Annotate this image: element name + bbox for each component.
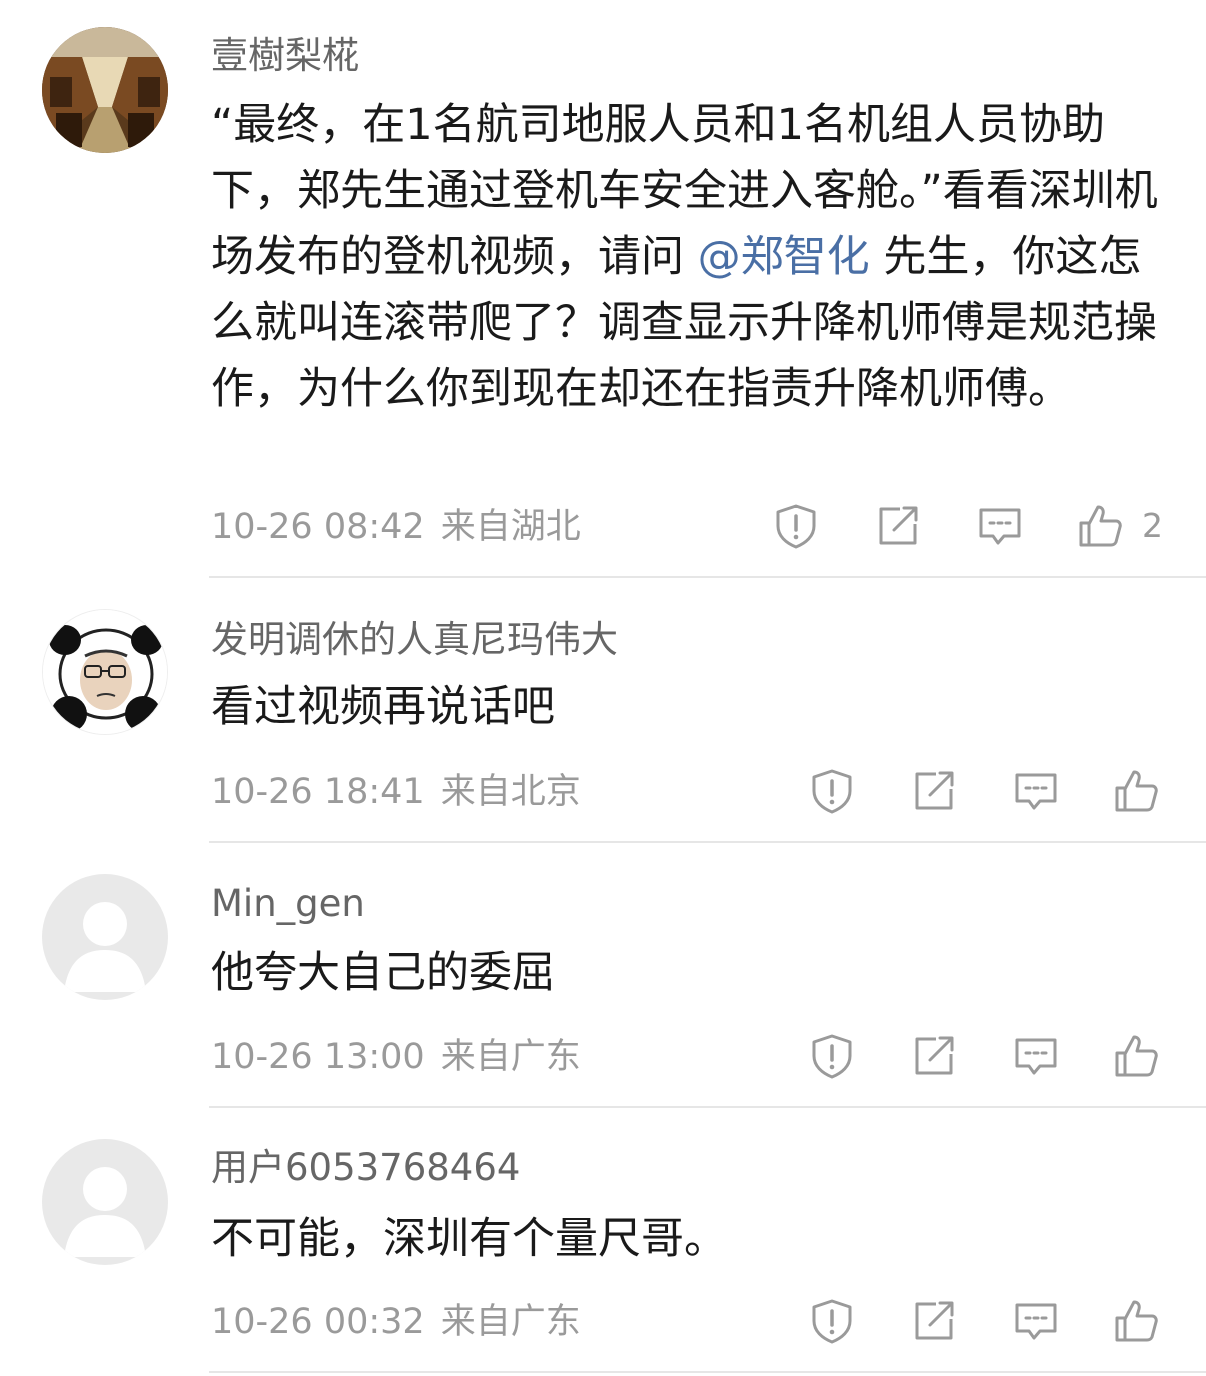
comment-location: 来自广东 — [440, 1302, 581, 1342]
comment-date: 10-26 13:00 — [211, 1037, 425, 1077]
avatar[interactable] — [42, 27, 168, 153]
like-icon — [1112, 1297, 1160, 1345]
forward-icon — [874, 502, 922, 550]
username[interactable]: 用户6053768464 — [211, 1146, 520, 1190]
username[interactable]: 发明调休的人真尼玛伟大 — [211, 618, 618, 662]
like-icon — [1112, 1032, 1160, 1080]
default-avatar-icon — [42, 1139, 168, 1265]
comment-date: 10-26 08:42 — [211, 507, 425, 547]
comment-actions — [806, 1032, 1176, 1084]
like-icon — [1076, 502, 1124, 550]
report-icon — [808, 767, 856, 815]
comment-meta: 10-26 08:42 来自湖北 — [211, 506, 581, 548]
username[interactable]: 壹樹梨椛 — [211, 34, 359, 78]
comment-location: 来自广东 — [440, 1037, 581, 1077]
forward-button[interactable] — [910, 1297, 958, 1345]
comment-location: 来自北京 — [440, 772, 581, 812]
comment-meta: 10-26 18:41 来自北京 — [211, 771, 581, 813]
reply-icon — [1012, 767, 1060, 815]
forward-button[interactable] — [874, 502, 922, 550]
reply-button[interactable] — [1012, 1032, 1060, 1080]
comment-date: 10-26 00:32 — [211, 1302, 425, 1342]
comment-meta: 10-26 00:32 来自广东 — [211, 1301, 581, 1343]
forward-button[interactable] — [910, 767, 958, 815]
reply-button[interactable] — [1012, 767, 1060, 815]
username[interactable]: Min_gen — [211, 882, 365, 926]
forward-button[interactable] — [910, 1032, 958, 1080]
panda-meme-avatar-image — [43, 610, 167, 734]
comment-actions — [806, 767, 1176, 819]
forward-icon — [910, 767, 958, 815]
report-button[interactable] — [808, 1297, 856, 1345]
report-icon — [808, 1297, 856, 1345]
report-button[interactable] — [772, 502, 820, 550]
reply-icon — [1012, 1297, 1060, 1345]
report-button[interactable] — [808, 1032, 856, 1080]
mention-link[interactable]: @郑智化 — [698, 232, 870, 282]
reply-button[interactable] — [976, 502, 1024, 550]
forward-icon — [910, 1032, 958, 1080]
forward-icon — [910, 1297, 958, 1345]
like-count: 2 — [1142, 506, 1163, 545]
like-button[interactable] — [1112, 767, 1160, 815]
comment-location: 来自湖北 — [440, 507, 581, 547]
comment-actions: 2 — [770, 502, 1170, 554]
comment-date: 10-26 18:41 — [211, 772, 425, 812]
comment-text: “最终，在1名航司地服人员和1名机组人员协助下，郑先生通过登机车安全进入客舱。”… — [211, 92, 1171, 422]
comment-actions — [806, 1297, 1176, 1349]
comment-text: 不可能，深圳有个量尺哥。 — [211, 1214, 727, 1264]
like-icon — [1112, 767, 1160, 815]
like-button[interactable] — [1076, 502, 1124, 550]
report-icon — [808, 1032, 856, 1080]
comment-text: 他夸大自己的委屈 — [211, 948, 555, 998]
reply-button[interactable] — [1012, 1297, 1060, 1345]
avatar[interactable] — [42, 1139, 168, 1265]
divider — [209, 841, 1206, 843]
comment-text: 看过视频再说话吧 — [211, 682, 555, 732]
report-icon — [772, 502, 820, 550]
report-button[interactable] — [808, 767, 856, 815]
train-interior-avatar-image — [42, 27, 168, 153]
default-avatar-icon — [42, 874, 168, 1000]
avatar[interactable] — [42, 874, 168, 1000]
comment-meta: 10-26 13:00 来自广东 — [211, 1036, 581, 1078]
avatar[interactable] — [42, 609, 168, 735]
reply-icon — [976, 502, 1024, 550]
like-button[interactable] — [1112, 1297, 1160, 1345]
like-button[interactable] — [1112, 1032, 1160, 1080]
divider — [209, 1371, 1206, 1373]
reply-icon — [1012, 1032, 1060, 1080]
divider — [209, 1106, 1206, 1108]
divider — [209, 576, 1206, 578]
